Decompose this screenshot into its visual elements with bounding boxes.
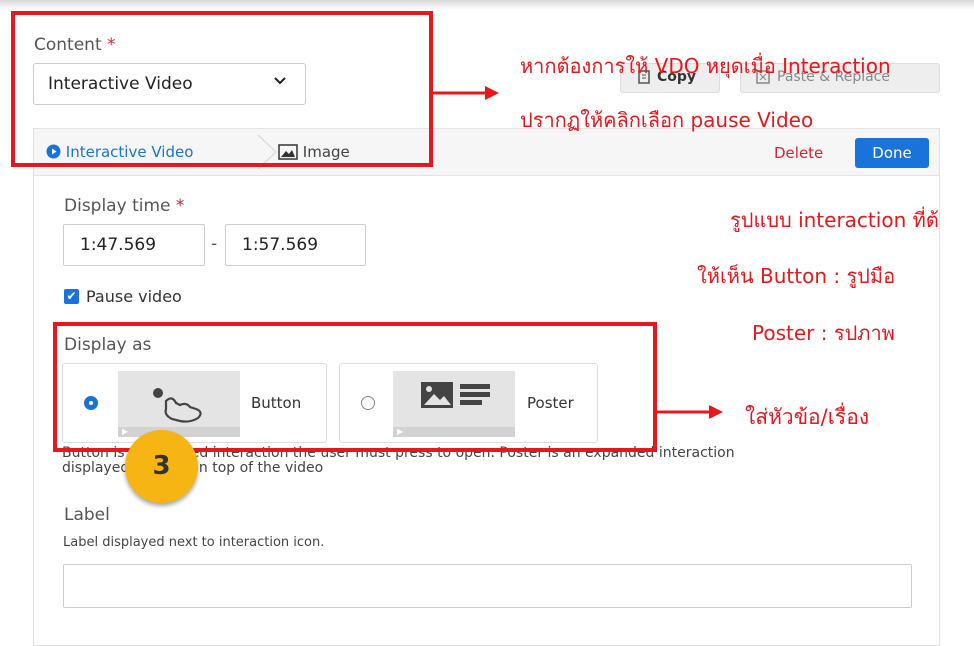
- annotation-box-content: [11, 11, 433, 167]
- pause-video-label: Pause video: [86, 287, 182, 306]
- start-time-input[interactable]: 1:47.569: [63, 224, 205, 266]
- annotation-arrow-1: [433, 84, 503, 108]
- delete-button[interactable]: Delete: [774, 144, 823, 162]
- done-button[interactable]: Done: [855, 138, 929, 168]
- end-time-input[interactable]: 1:57.569: [225, 224, 366, 266]
- step-number-badge: 3: [125, 430, 198, 503]
- label-field-label: Label: [64, 505, 110, 525]
- display-time-label: Display time *: [64, 196, 185, 216]
- annotation-note-1-line-1: หากต้องการให้ VDO หยุดเมื่อ Interaction: [520, 54, 891, 78]
- annotation-note-2-line-1: รูปแบบ interaction ที่ต้: [730, 208, 939, 232]
- label-field-help: Label displayed next to interaction icon…: [63, 535, 325, 550]
- label-input[interactable]: [63, 564, 912, 608]
- annotation-note-2-line-2: ให้เห็น Button : รูปมือ: [697, 264, 896, 288]
- top-shadow: [0, 0, 974, 10]
- time-separator: -: [211, 234, 218, 254]
- annotation-arrow-2: [657, 403, 729, 427]
- annotation-note-3: ใส่หัวข้อ/เรื่อง: [745, 405, 870, 429]
- annotation-box-display-as: [53, 322, 657, 452]
- annotation-note-1-line-2: ปรากฏให้คลิกเลือก pause Video: [520, 108, 814, 132]
- annotation-note-2-line-3: Poster : รปภาพ: [752, 321, 895, 345]
- pause-video-checkbox[interactable]: ✔: [64, 289, 79, 304]
